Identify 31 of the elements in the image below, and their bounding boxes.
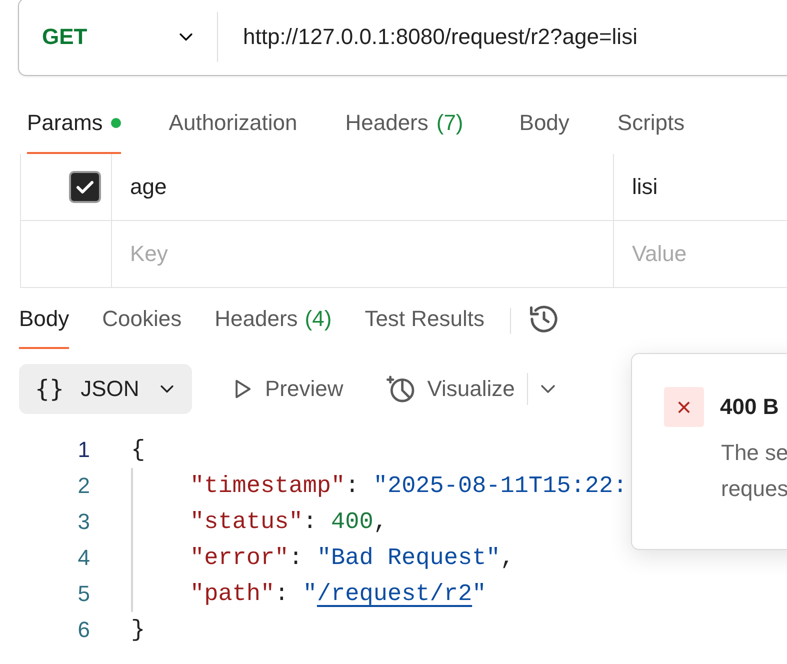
request-tab[interactable]: Scripts [617,96,685,154]
line-number: 5 [76,581,91,607]
close-icon[interactable]: × [664,387,704,427]
response-tab[interactable]: Headers (4) [214,292,332,349]
response-tab[interactable]: Test Results [364,292,485,349]
code-line: { [131,436,146,464]
response-tab[interactable]: Cookies [102,292,182,349]
code-line: "path": "/request/r2" [189,580,486,608]
param-key[interactable]: age [111,154,613,220]
code-line: "timestamp": "2025-08-11T15:22: [189,472,628,500]
request-tab[interactable]: Authorization [168,96,298,154]
request-tab[interactable]: Params [27,96,121,154]
line-number: 4 [76,545,91,571]
code-line: "status": 400, [189,508,388,536]
toast-title: 400 B [720,394,779,420]
visualize-button[interactable]: Visualize [385,373,515,405]
checkbox[interactable] [69,171,101,203]
line-number: 3 [76,509,91,535]
response-tab[interactable]: Body [19,292,70,349]
line-number: 2 [76,473,91,499]
request-tab[interactable]: Headers (7) [345,96,464,154]
code-line: "error": "Bad Request", [189,544,514,572]
method-dropdown[interactable]: GET [19,0,217,75]
format-dropdown[interactable]: {} JSON [19,364,192,414]
code-line: } [131,616,146,644]
line-number: 6 [76,617,91,643]
request-tab[interactable]: Body [519,96,570,154]
url-field[interactable]: http://127.0.0.1:8080/request/r2?age=lisi [218,24,638,50]
param-value[interactable]: lisi [613,154,787,220]
preview-button[interactable]: Preview [229,376,344,402]
line-number: 1 [76,437,91,463]
